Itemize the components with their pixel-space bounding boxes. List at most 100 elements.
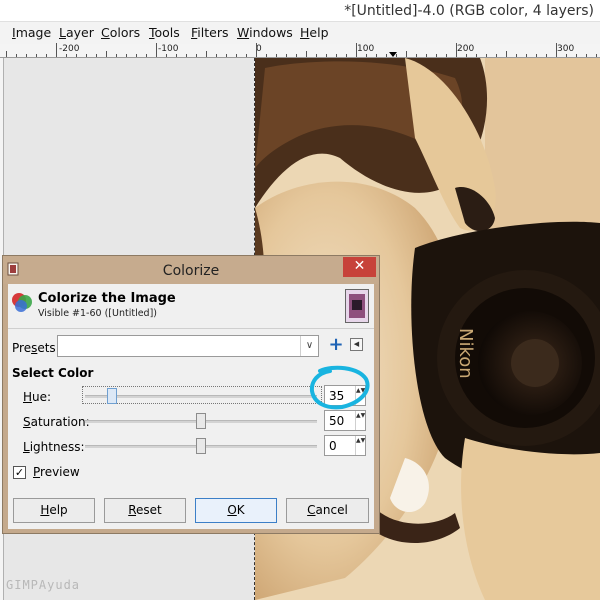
menubar: Image Layer Colors Tools Filters Windows…	[0, 22, 600, 44]
ruler-tick	[436, 54, 437, 57]
ruler-tick	[416, 54, 417, 57]
ruler-tick	[546, 54, 547, 57]
ruler-tick	[356, 43, 357, 57]
ruler-tick	[46, 54, 47, 57]
spin-arrows-icon[interactable]: ▲▼	[355, 436, 365, 455]
spin-arrows-icon[interactable]: ▲▼	[355, 411, 365, 430]
ruler-tick	[186, 54, 187, 57]
lightness-slider-thumb[interactable]	[196, 438, 206, 454]
saturation-spinbox[interactable]: 50 ▲▼	[324, 410, 366, 431]
svg-text:Nikon: Nikon	[455, 328, 476, 379]
dialog-title: Colorize	[162, 263, 220, 279]
menu-filters[interactable]: Filters	[191, 25, 228, 40]
ruler-tick	[456, 43, 457, 57]
saturation-label: Saturation:	[23, 415, 90, 429]
ruler-tick	[276, 54, 277, 57]
dialog-header-subtitle: Visible #1-60 ([Untitled])	[38, 308, 157, 319]
menu-image[interactable]: Image	[12, 25, 51, 40]
hue-label: Hue:	[23, 390, 52, 404]
ruler-tick	[516, 54, 517, 57]
close-button[interactable]: ✕	[343, 257, 376, 277]
window-titlebar: *[Untitled]-4.0 (RGB color, 4 layers)	[0, 0, 600, 22]
ruler-tick	[426, 54, 427, 57]
ruler-tick	[256, 43, 257, 57]
preview-label[interactable]: Preview	[33, 465, 80, 479]
ruler-tick	[236, 54, 237, 57]
ruler-tick	[136, 54, 137, 57]
hue-slider-thumb[interactable]	[106, 388, 117, 404]
ruler-label: 100	[357, 44, 375, 54]
layer-thumbnail	[345, 289, 369, 323]
ruler-tick	[486, 54, 487, 57]
ruler-tick	[126, 54, 127, 57]
ruler-tick	[556, 43, 557, 57]
ruler-tick	[86, 54, 87, 57]
add-preset-button[interactable]: +	[327, 335, 345, 355]
window-title: *[Untitled]-4.0 (RGB color, 4 layers)	[344, 3, 594, 19]
cancel-button[interactable]: Cancel	[286, 498, 369, 523]
ruler-tick	[596, 54, 597, 57]
ruler-tick	[476, 54, 477, 57]
select-color-label: Select Color	[12, 366, 94, 380]
lightness-label: Lightness:	[23, 440, 85, 454]
ruler-tick	[446, 54, 447, 57]
ruler-tick	[406, 51, 407, 57]
ruler-tick	[326, 54, 327, 57]
horizontal-ruler[interactable]: -200 -100 0 100 200 300	[0, 43, 600, 58]
ok-button[interactable]: OK	[195, 498, 277, 523]
watermark: GIMPAyuda	[6, 578, 81, 592]
ruler-tick	[6, 51, 7, 57]
ruler-tick	[366, 54, 367, 57]
ruler-tick	[56, 43, 57, 57]
presets-label: Presets:	[12, 341, 60, 355]
ruler-tick	[246, 54, 247, 57]
hue-slider-track[interactable]	[85, 395, 317, 398]
preview-checkbox[interactable]: ✓	[13, 466, 26, 479]
menu-colors[interactable]: Colors	[101, 25, 140, 40]
close-icon: ✕	[353, 258, 366, 274]
ruler-tick	[206, 51, 207, 57]
ruler-tick	[346, 54, 347, 57]
saturation-value[interactable]: 50	[329, 414, 344, 428]
ruler-tick	[336, 54, 337, 57]
reset-button[interactable]: Reset	[104, 498, 186, 523]
help-button[interactable]: Help	[13, 498, 95, 523]
ruler-tick	[76, 54, 77, 57]
ruler-tick	[396, 54, 397, 57]
chevron-down-icon[interactable]: ∨	[300, 336, 318, 356]
menu-tools[interactable]: Tools	[149, 25, 180, 40]
ruler-tick	[16, 54, 17, 57]
ruler-tick	[146, 54, 147, 57]
plus-icon: +	[328, 334, 344, 355]
ruler-tick	[576, 54, 577, 57]
ruler-label: 200	[457, 44, 475, 54]
ruler-tick	[36, 54, 37, 57]
ruler-tick	[266, 54, 267, 57]
ruler-tick	[526, 54, 527, 57]
menu-windows[interactable]: Windows	[237, 25, 293, 40]
presets-combo[interactable]: ∨	[57, 335, 319, 357]
menu-layer[interactable]: Layer	[59, 25, 94, 40]
ruler-tick	[316, 54, 317, 57]
ruler-tick	[216, 54, 217, 57]
ruler-tick	[536, 54, 537, 57]
ruler-tick	[176, 54, 177, 57]
ruler-label: 300	[557, 44, 575, 54]
colorize-icon	[12, 293, 32, 312]
ruler-tick	[496, 54, 497, 57]
ruler-tick	[286, 54, 287, 57]
lightness-value[interactable]: 0	[329, 439, 337, 453]
lightness-spinbox[interactable]: 0 ▲▼	[324, 435, 366, 456]
menu-help[interactable]: Help	[300, 25, 329, 40]
dialog-titlebar[interactable]: Colorize ✕	[3, 256, 379, 284]
checkmark-icon: ✓	[14, 466, 25, 479]
ruler-tick	[106, 51, 107, 57]
ruler-tick	[26, 54, 27, 57]
ruler-label: -100	[158, 44, 179, 54]
annotation-circle	[309, 365, 370, 410]
ruler-tick	[116, 54, 117, 57]
header-separator	[8, 328, 374, 329]
presets-menu-button[interactable]: ◀	[350, 338, 363, 351]
saturation-slider-thumb[interactable]	[196, 413, 206, 429]
ruler-tick	[306, 51, 307, 57]
